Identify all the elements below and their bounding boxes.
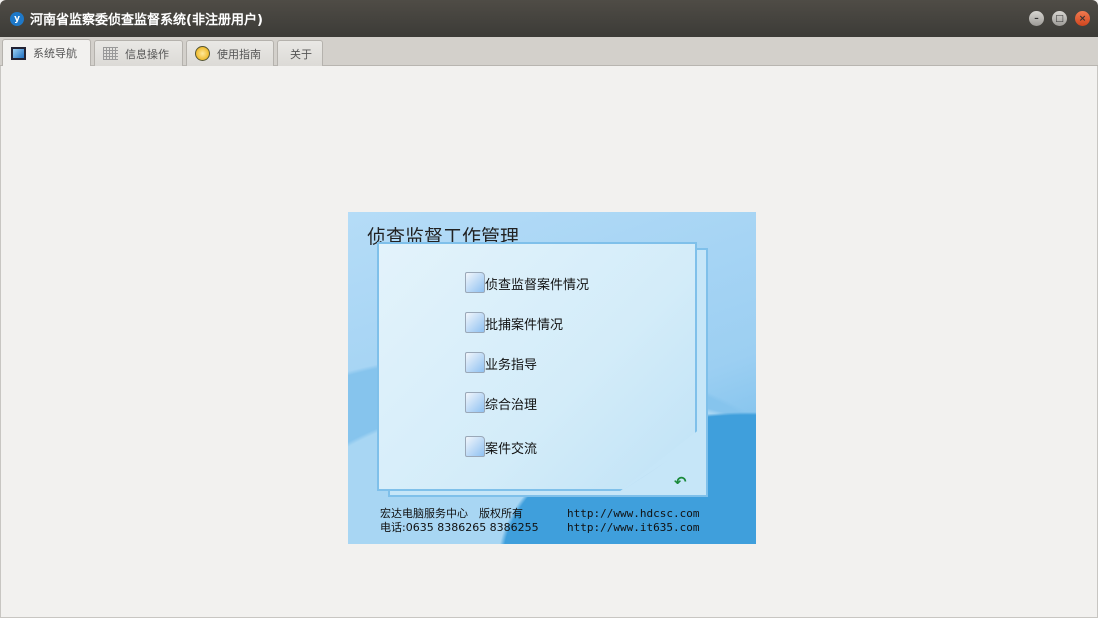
footer-url-2[interactable]: http://www.it635.com <box>567 521 699 534</box>
grid-icon <box>103 47 118 60</box>
back-arrow-icon[interactable]: ↶ <box>674 474 690 490</box>
tab-system-nav[interactable]: 系统导航 <box>2 39 91 66</box>
window-title: 河南省监察委侦查监督系统(非注册用户) <box>30 13 263 28</box>
tab-user-guide[interactable]: 使用指南 <box>186 40 274 66</box>
item-label: 批捕案件情况 <box>485 318 564 333</box>
footer-phone: 电话:0635 8386265 8386255 <box>380 521 539 534</box>
tab-label: 关于 <box>290 47 312 61</box>
menu-item-business-guidance[interactable]: 业务指导 <box>465 352 537 373</box>
menu-item-arrest-cases[interactable]: 批捕案件情况 <box>465 312 563 333</box>
tab-label: 系统导航 <box>33 47 77 60</box>
item-label: 侦查监督案件情况 <box>485 278 590 293</box>
app-logo-icon: y <box>10 11 24 26</box>
menu-item-supervision-cases[interactable]: 侦查监督案件情况 <box>465 272 589 293</box>
title-bar: y 河南省监察委侦查监督系统(非注册用户) – □ × <box>0 0 1098 37</box>
tab-label: 使用指南 <box>217 47 261 61</box>
item-label: 综合治理 <box>485 398 538 413</box>
tab-label: 信息操作 <box>125 47 169 61</box>
folder-icon <box>465 436 485 457</box>
folder-icon <box>465 392 485 413</box>
tab-bar: 系统导航 信息操作 使用指南 关于 <box>0 37 1098 66</box>
item-label: 案件交流 <box>485 442 538 457</box>
menu-item-comprehensive-governance[interactable]: 综合治理 <box>465 392 537 413</box>
monitor-icon <box>11 46 26 60</box>
menu-item-case-exchange[interactable]: 案件交流 <box>465 436 537 457</box>
item-label: 业务指导 <box>485 358 538 373</box>
help-icon <box>195 46 210 61</box>
minimize-button[interactable]: – <box>1029 11 1044 26</box>
footer-url-1[interactable]: http://www.hdcsc.com <box>567 507 699 520</box>
folder-icon <box>465 272 485 293</box>
tab-about[interactable]: 关于 <box>277 40 323 66</box>
maximize-button[interactable]: □ <box>1052 11 1067 26</box>
tab-info-ops[interactable]: 信息操作 <box>94 40 183 66</box>
navigation-panel: 侦查监督工作管理 侦查监督案件情况 批捕案件情况 业务指导 综合治理 案件交流 … <box>348 212 756 544</box>
folder-icon <box>465 352 485 373</box>
close-button[interactable]: × <box>1075 11 1090 26</box>
folder-icon <box>465 312 485 333</box>
footer-company: 宏达电脑服务中心 版权所有 <box>380 507 523 520</box>
